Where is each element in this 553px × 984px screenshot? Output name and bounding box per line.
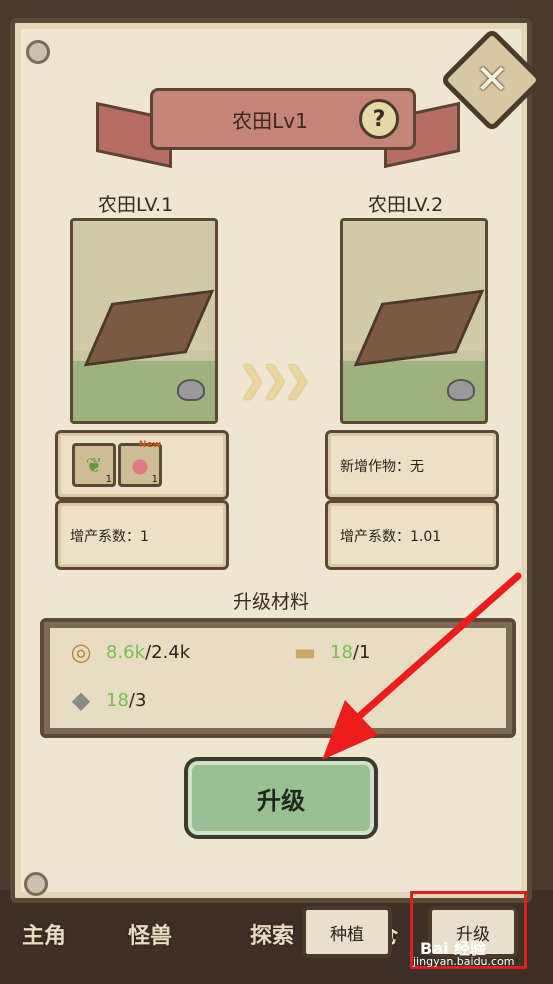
annotation-arrow-icon (322, 572, 522, 760)
watermark-url: jingyan.baidu.com (413, 955, 515, 968)
